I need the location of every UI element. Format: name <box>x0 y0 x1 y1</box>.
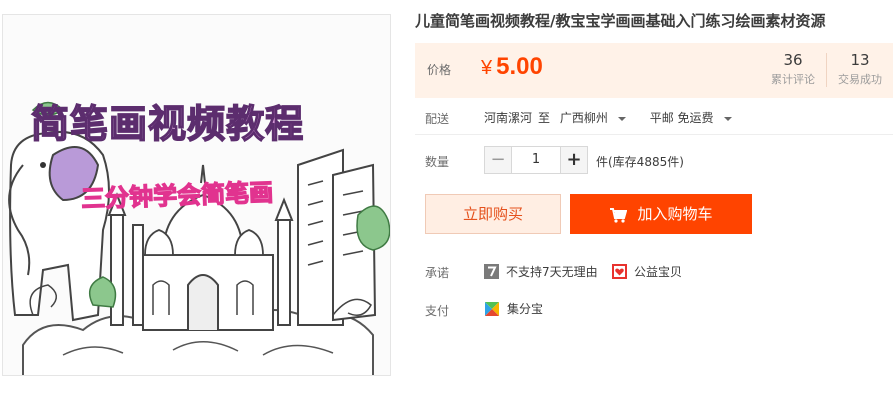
add-to-cart-button[interactable]: 加入购物车 <box>570 194 752 234</box>
cart-icon <box>610 207 628 223</box>
reviews-label: 累计评论 <box>771 73 815 86</box>
promise-item-text: 公益宝贝 <box>634 265 683 279</box>
trades-count: 13 <box>850 51 870 69</box>
quantity-plus-button[interactable]: + <box>560 146 588 174</box>
reviews-stat[interactable]: 36 累计评论 <box>763 51 823 87</box>
buy-now-button[interactable]: 立即购买 <box>425 194 561 234</box>
product-image[interactable]: 简笔画视频教程 三分钟学会简笔画 <box>2 14 391 376</box>
trades-stat: 13 交易成功 <box>830 51 890 87</box>
payment-method-label: 集分宝 <box>507 302 544 316</box>
title-char: 画 <box>108 101 149 147</box>
delivery-info: 河南漯河至 广西柳州 平邮 免运费 <box>484 109 752 126</box>
delivery-label: 配送 <box>425 112 450 126</box>
promise-label: 承诺 <box>425 266 450 280</box>
payment-method[interactable]: 集分宝 <box>484 300 543 317</box>
quantity-label: 数量 <box>425 155 450 169</box>
price-value: ¥5.00 <box>481 53 543 81</box>
stock-info: 件(库存4885件) <box>596 155 684 169</box>
product-image-title: 简笔画视频教程 <box>30 93 371 148</box>
quantity-minus-button[interactable]: − <box>484 146 512 174</box>
shipping-method: 平邮 免运费 <box>649 111 714 125</box>
add-to-cart-label: 加入购物车 <box>637 205 713 223</box>
title-char: 简 <box>30 101 71 147</box>
charity-heart-icon <box>612 264 627 279</box>
shipping-method-select[interactable]: 平邮 免运费 <box>650 111 746 125</box>
payment-label: 支付 <box>425 304 450 318</box>
reviews-count: 36 <box>783 51 803 69</box>
stat-divider <box>826 53 827 87</box>
price-amount: 5.00 <box>496 53 543 80</box>
currency-symbol: ¥ <box>481 57 493 79</box>
no-7day-return-item[interactable]: 不支持7天无理由 <box>484 263 598 280</box>
section-divider <box>415 134 893 135</box>
title-char: 视 <box>147 101 188 147</box>
title-char: 频 <box>186 101 227 147</box>
delivery-origin: 河南漯河 <box>484 111 533 125</box>
chevron-down-icon <box>617 116 626 121</box>
jifenbao-icon <box>485 301 499 316</box>
delivery-to-word: 至 <box>538 111 551 125</box>
promise-item-text: 不支持7天无理由 <box>506 265 598 279</box>
charity-item[interactable]: 公益宝贝 <box>612 263 682 280</box>
quantity-stepper: − 1 + <box>484 146 588 174</box>
title-char: 教 <box>225 101 266 147</box>
delivery-destination: 广西柳州 <box>559 111 608 125</box>
trades-label: 交易成功 <box>838 73 882 86</box>
price-panel: 价格 ¥5.00 36 累计评论 13 交易成功 <box>415 43 893 98</box>
seven-day-icon <box>484 264 499 279</box>
delivery-destination-select[interactable]: 广西柳州 <box>560 111 640 125</box>
title-char: 笔 <box>69 101 110 147</box>
product-title: 儿童简笔画视频教程/教宝宝学画画基础入门练习绘画素材资源 <box>415 12 826 30</box>
price-label: 价格 <box>427 63 452 77</box>
chevron-down-icon <box>723 116 732 121</box>
title-char: 程 <box>264 101 305 147</box>
quantity-input[interactable]: 1 <box>512 146 560 174</box>
